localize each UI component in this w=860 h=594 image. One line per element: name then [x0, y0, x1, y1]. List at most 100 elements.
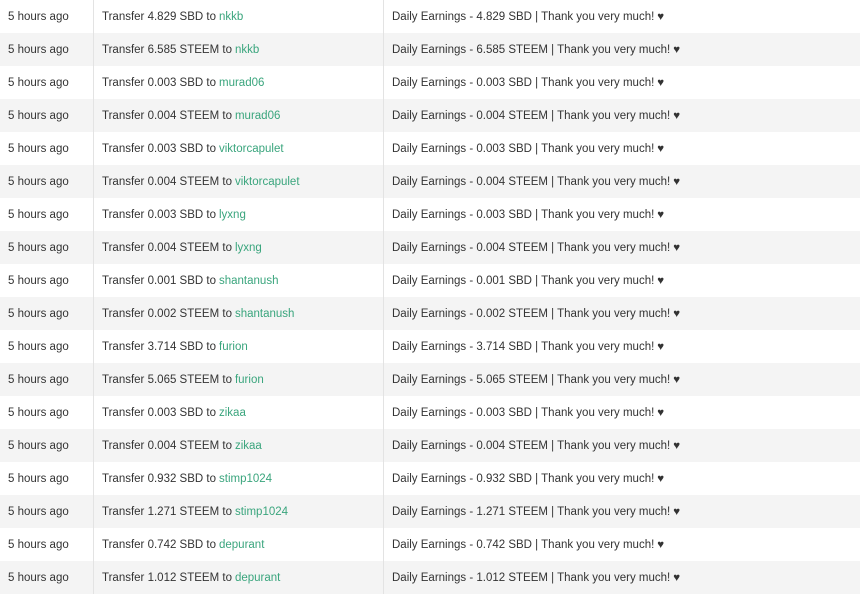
transfer-amount: Transfer 0.003 SBD to [102, 406, 216, 419]
transfer-description: Transfer 1.271 STEEM to stimp1024 [94, 495, 384, 528]
heart-icon: ♥ [673, 43, 681, 56]
transfer-description: Transfer 0.003 SBD to lyxng [94, 198, 384, 231]
transfer-description: Transfer 0.002 STEEM to shantanush [94, 297, 384, 330]
memo-text: Daily Earnings - 0.742 SBD | Thank you v… [392, 538, 655, 551]
heart-icon: ♥ [673, 241, 681, 254]
timestamp: 5 hours ago [0, 396, 94, 429]
timestamp: 5 hours ago [0, 165, 94, 198]
memo-text: Daily Earnings - 0.004 STEEM | Thank you… [392, 241, 671, 254]
account-link[interactable]: nkkb [235, 44, 259, 56]
heart-icon: ♥ [657, 472, 665, 485]
heart-icon: ♥ [657, 406, 665, 419]
table-row: 5 hours ago Transfer 0.004 STEEM to vikt… [0, 165, 860, 198]
transfer-amount: Transfer 0.003 SBD to [102, 142, 216, 155]
heart-icon: ♥ [657, 274, 665, 287]
memo-text: Daily Earnings - 0.003 SBD | Thank you v… [392, 76, 655, 89]
timestamp: 5 hours ago [0, 429, 94, 462]
table-row: 5 hours ago Transfer 0.742 SBD to depura… [0, 528, 860, 561]
transfer-memo: Daily Earnings - 1.271 STEEM | Thank you… [384, 495, 860, 528]
transfer-amount: Transfer 3.714 SBD to [102, 340, 216, 353]
memo-text: Daily Earnings - 0.003 SBD | Thank you v… [392, 406, 655, 419]
timestamp: 5 hours ago [0, 462, 94, 495]
account-link[interactable]: depurant [219, 539, 264, 551]
heart-icon: ♥ [657, 340, 665, 353]
timestamp: 5 hours ago [0, 264, 94, 297]
transfer-amount: Transfer 0.004 STEEM to [102, 439, 232, 452]
heart-icon: ♥ [657, 142, 665, 155]
memo-text: Daily Earnings - 0.004 STEEM | Thank you… [392, 175, 671, 188]
account-link[interactable]: murad06 [235, 110, 280, 122]
account-link[interactable]: murad06 [219, 77, 264, 89]
transfer-memo: Daily Earnings - 6.585 STEEM | Thank you… [384, 33, 860, 66]
account-link[interactable]: lyxng [235, 242, 262, 254]
memo-text: Daily Earnings - 0.002 STEEM | Thank you… [392, 307, 671, 320]
table-row: 5 hours ago Transfer 4.829 SBD to nkkb D… [0, 0, 860, 33]
account-link[interactable]: zikaa [219, 407, 246, 419]
transfer-description: Transfer 0.004 STEEM to viktorcapulet [94, 165, 384, 198]
timestamp: 5 hours ago [0, 0, 94, 33]
transfer-amount: Transfer 4.829 SBD to [102, 10, 216, 23]
heart-icon: ♥ [673, 571, 681, 584]
table-row: 5 hours ago Transfer 5.065 STEEM to furi… [0, 363, 860, 396]
memo-text: Daily Earnings - 0.003 SBD | Thank you v… [392, 142, 655, 155]
account-link[interactable]: viktorcapulet [219, 143, 284, 155]
account-link[interactable]: shantanush [235, 308, 294, 320]
transfer-memo: Daily Earnings - 0.003 SBD | Thank you v… [384, 66, 860, 99]
transfer-description: Transfer 0.001 SBD to shantanush [94, 264, 384, 297]
account-link[interactable]: zikaa [235, 440, 262, 452]
transfer-memo: Daily Earnings - 0.004 STEEM | Thank you… [384, 429, 860, 462]
transfer-memo: Daily Earnings - 0.004 STEEM | Thank you… [384, 165, 860, 198]
account-link[interactable]: shantanush [219, 275, 278, 287]
memo-text: Daily Earnings - 0.004 STEEM | Thank you… [392, 109, 671, 122]
account-link[interactable]: stimp1024 [235, 506, 288, 518]
transfer-memo: Daily Earnings - 0.003 SBD | Thank you v… [384, 396, 860, 429]
account-link[interactable]: viktorcapulet [235, 176, 300, 188]
transfer-description: Transfer 6.585 STEEM to nkkb [94, 33, 384, 66]
table-row: 5 hours ago Transfer 6.585 STEEM to nkkb… [0, 33, 860, 66]
transfer-amount: Transfer 0.932 SBD to [102, 472, 216, 485]
transfer-memo: Daily Earnings - 3.714 SBD | Thank you v… [384, 330, 860, 363]
transfer-amount: Transfer 0.001 SBD to [102, 274, 216, 287]
heart-icon: ♥ [673, 439, 681, 452]
transfer-description: Transfer 0.932 SBD to stimp1024 [94, 462, 384, 495]
transfer-memo: Daily Earnings - 0.003 SBD | Thank you v… [384, 198, 860, 231]
table-row: 5 hours ago Transfer 0.003 SBD to zikaa … [0, 396, 860, 429]
transfer-description: Transfer 0.004 STEEM to zikaa [94, 429, 384, 462]
transfer-amount: Transfer 1.271 STEEM to [102, 505, 232, 518]
account-link[interactable]: furion [235, 374, 264, 386]
transfer-memo: Daily Earnings - 0.002 STEEM | Thank you… [384, 297, 860, 330]
transfer-amount: Transfer 0.004 STEEM to [102, 175, 232, 188]
memo-text: Daily Earnings - 6.585 STEEM | Thank you… [392, 43, 671, 56]
timestamp: 5 hours ago [0, 330, 94, 363]
transfer-memo: Daily Earnings - 4.829 SBD | Thank you v… [384, 0, 860, 33]
transfer-memo: Daily Earnings - 0.932 SBD | Thank you v… [384, 462, 860, 495]
timestamp: 5 hours ago [0, 33, 94, 66]
transfer-memo: Daily Earnings - 5.065 STEEM | Thank you… [384, 363, 860, 396]
table-row: 5 hours ago Transfer 0.003 SBD to murad0… [0, 66, 860, 99]
table-row: 5 hours ago Transfer 1.271 STEEM to stim… [0, 495, 860, 528]
transfer-amount: Transfer 0.002 STEEM to [102, 307, 232, 320]
heart-icon: ♥ [673, 505, 681, 518]
account-link[interactable]: furion [219, 341, 248, 353]
timestamp: 5 hours ago [0, 198, 94, 231]
transfer-description: Transfer 1.012 STEEM to depurant [94, 561, 384, 594]
account-link[interactable]: depurant [235, 572, 280, 584]
timestamp: 5 hours ago [0, 297, 94, 330]
account-link[interactable]: lyxng [219, 209, 246, 221]
transfer-description: Transfer 0.742 SBD to depurant [94, 528, 384, 561]
table-row: 5 hours ago Transfer 0.003 SBD to viktor… [0, 132, 860, 165]
account-link[interactable]: stimp1024 [219, 473, 272, 485]
heart-icon: ♥ [657, 208, 665, 221]
heart-icon: ♥ [657, 538, 665, 551]
memo-text: Daily Earnings - 0.003 SBD | Thank you v… [392, 208, 655, 221]
timestamp: 5 hours ago [0, 561, 94, 594]
account-link[interactable]: nkkb [219, 11, 243, 23]
transfer-description: Transfer 5.065 STEEM to furion [94, 363, 384, 396]
transfer-description: Transfer 0.003 SBD to murad06 [94, 66, 384, 99]
transfer-amount: Transfer 6.585 STEEM to [102, 43, 232, 56]
transfer-amount: Transfer 1.012 STEEM to [102, 571, 232, 584]
timestamp: 5 hours ago [0, 495, 94, 528]
memo-text: Daily Earnings - 5.065 STEEM | Thank you… [392, 373, 671, 386]
transfer-memo: Daily Earnings - 0.004 STEEM | Thank you… [384, 231, 860, 264]
transfer-amount: Transfer 0.004 STEEM to [102, 241, 232, 254]
